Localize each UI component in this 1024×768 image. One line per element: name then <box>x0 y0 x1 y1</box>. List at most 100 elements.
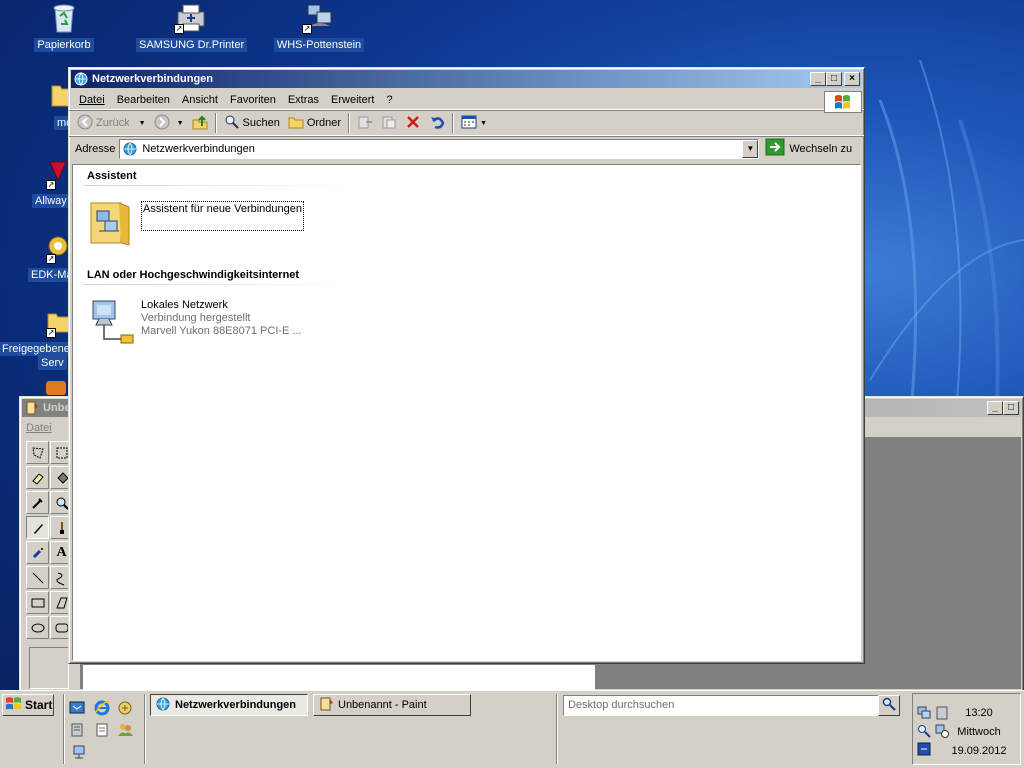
views-button[interactable]: ▼ <box>457 112 491 134</box>
move-to-button[interactable] <box>353 112 377 134</box>
desktop-icon-label: Serv <box>38 356 67 370</box>
desktop-icon-label: SAMSUNG Dr.Printer <box>136 38 248 52</box>
menu-extras[interactable]: Extras <box>282 94 325 106</box>
desktop-icon-shared-folder[interactable]: ↗ Freigegebene Serv <box>0 306 73 370</box>
close-button[interactable]: × <box>844 72 860 86</box>
go-button[interactable]: Wechseln zu <box>765 138 852 159</box>
show-desktop-icon[interactable] <box>68 699 86 717</box>
airbrush-tool[interactable] <box>26 541 49 564</box>
desktop-icon-whs-pottenstein[interactable]: ↗ WHS-Pottenstein <box>264 2 374 52</box>
maximize-button[interactable]: □ <box>1003 401 1019 415</box>
pencil-tool[interactable] <box>26 516 49 539</box>
copy-to-button[interactable] <box>377 112 401 134</box>
search-tray-icon[interactable] <box>917 724 931 741</box>
paint-canvas[interactable] <box>83 665 595 691</box>
shortcut-arrow-icon: ↗ <box>46 254 56 264</box>
address-field[interactable]: Netzwerkverbindungen ▼ <box>119 138 760 159</box>
delete-button[interactable] <box>401 112 425 134</box>
folders-button[interactable]: Ordner <box>284 112 345 134</box>
windows-logo-icon <box>824 91 862 113</box>
users-icon[interactable] <box>116 721 134 739</box>
new-connection-wizard-item[interactable]: Assistent für neue Verbindungen <box>89 199 304 247</box>
menu-help[interactable]: ? <box>380 94 398 106</box>
network-computer-icon: ↗ <box>302 2 336 34</box>
clock-time: 13:20 <box>965 707 993 719</box>
network-tool-icon[interactable] <box>116 699 134 717</box>
address-label: Adresse <box>75 142 116 155</box>
undo-button[interactable] <box>425 112 449 134</box>
back-button[interactable]: Zurück ▼ <box>73 112 150 134</box>
desktop-icon-folder[interactable]: mo <box>6 80 76 130</box>
taskbar-button-label: Unbenannt - Paint <box>338 699 427 711</box>
toolbar-separator <box>348 113 351 133</box>
delete-x-icon <box>405 114 421 133</box>
address-dropdown-button[interactable]: ▼ <box>742 139 759 158</box>
menu-favoriten[interactable]: Favoriten <box>224 94 282 106</box>
menu-datei[interactable]: Datei <box>73 94 111 106</box>
minimize-button[interactable]: _ <box>810 72 826 86</box>
eraser-tool[interactable] <box>26 466 49 489</box>
lan-item-text: Lokales Netzwerk Verbindung hergestellt … <box>141 299 302 338</box>
clock-day: Mittwoch <box>957 726 1001 738</box>
copy-to-icon <box>381 114 397 133</box>
wizard-item-name: Assistent für neue Verbindungen <box>143 203 303 215</box>
window-controls: _ □ × <box>810 72 860 86</box>
search-button[interactable]: Suchen <box>220 112 284 134</box>
paint-icon <box>318 696 334 715</box>
partial-desktop-icon[interactable] <box>46 381 66 395</box>
move-to-icon <box>357 114 373 133</box>
desktop-search-button[interactable] <box>878 695 900 716</box>
group-divider <box>83 185 363 186</box>
document-icon[interactable] <box>93 721 111 739</box>
up-folder-button[interactable] <box>188 112 212 134</box>
printer-icon: ↗ <box>174 2 208 34</box>
desktop-icon-allway[interactable]: ↗ Allway <box>0 158 70 208</box>
lan-item-name: Lokales Netzwerk <box>141 299 228 311</box>
desktop-icon-edk[interactable]: ↗ EDK-Ma <box>0 232 76 282</box>
local-network-item[interactable]: Lokales Netzwerk Verbindung hergestellt … <box>89 297 349 349</box>
desktop-icon-samsung-printer[interactable]: ↗ SAMSUNG Dr.Printer <box>136 2 248 52</box>
menu-erweitert[interactable]: Erweitert <box>325 94 380 106</box>
color-picker-tool[interactable] <box>26 491 49 514</box>
paint-tool-options[interactable] <box>29 647 69 689</box>
taskbar-grip[interactable] <box>63 694 65 764</box>
taskbar-grip[interactable] <box>556 694 558 764</box>
forward-button[interactable]: ▼ <box>150 112 188 134</box>
taskbar-button-paint[interactable]: Unbenannt - Paint <box>313 694 471 716</box>
taskbar-grip[interactable] <box>144 694 146 764</box>
update-tray-icon[interactable] <box>917 742 931 759</box>
server-manager-icon[interactable] <box>68 721 86 739</box>
shortcut-arrow-icon: ↗ <box>174 24 184 34</box>
back-arrow-icon <box>77 114 93 133</box>
ellipse-tool[interactable] <box>26 616 49 639</box>
network-share-icon[interactable] <box>70 743 88 761</box>
clock-date: 19.09.2012 <box>951 745 1007 757</box>
network-connections-icon <box>155 696 171 715</box>
search-icon <box>882 697 896 714</box>
free-select-tool[interactable] <box>26 441 49 464</box>
menu-bearbeiten[interactable]: Bearbeiten <box>111 94 176 106</box>
paint-menu-file[interactable]: Datei <box>26 422 52 434</box>
menu-bar: Datei Bearbeiten Ansicht Favoriten Extra… <box>69 90 864 113</box>
maximize-button[interactable]: □ <box>826 72 842 86</box>
rectangle-tool[interactable] <box>26 591 49 614</box>
network-status-icon[interactable] <box>917 706 931 723</box>
group-header-assistant: Assistent <box>87 170 137 182</box>
menu-ansicht[interactable]: Ansicht <box>176 94 224 106</box>
chevron-down-icon: ▼ <box>176 119 184 127</box>
desktop-icon-recycle-bin[interactable]: Papierkorb <box>9 2 119 52</box>
paint-toolbox: A <box>24 439 74 643</box>
wizard-item-label-box: Assistent für neue Verbindungen <box>141 201 304 231</box>
desktop-search-input[interactable]: Desktop durchsuchen <box>563 695 879 716</box>
file-view[interactable]: Assistent Assistent für neue Verbindunge… <box>72 164 861 661</box>
taskbar-button-netzwerkverbindungen[interactable]: Netzwerkverbindungen <box>150 694 308 716</box>
explorer-title-bar[interactable]: Netzwerkverbindungen _ □ × <box>71 70 862 88</box>
shortcut-arrow-icon: ↗ <box>302 24 312 34</box>
start-button[interactable]: Start <box>2 694 54 716</box>
lan-item-device: Marvell Yukon 88E8071 PCI-E ... <box>141 325 302 337</box>
line-tool[interactable] <box>26 566 49 589</box>
window-title: Netzwerkverbindungen <box>92 73 214 85</box>
internet-explorer-icon[interactable] <box>93 699 111 717</box>
minimize-button[interactable]: _ <box>987 401 1003 415</box>
explorer-window[interactable]: Netzwerkverbindungen _ □ × Datei Bearbei… <box>68 67 865 664</box>
